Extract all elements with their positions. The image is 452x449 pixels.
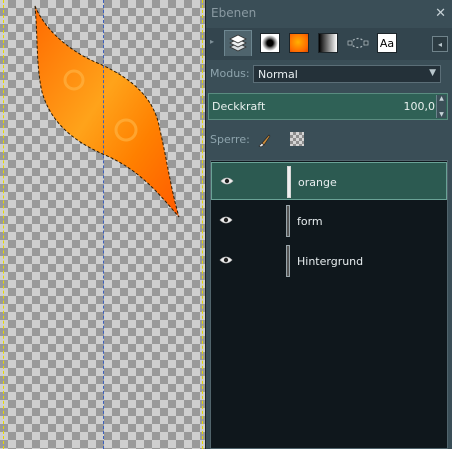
paths-tab[interactable] (344, 30, 372, 56)
layer-row-orange[interactable]: orange (211, 162, 447, 200)
layer-name: form (297, 215, 323, 228)
chevron-down-icon: ▼ (429, 68, 436, 78)
dock-title: Ebenen (211, 6, 257, 20)
fonts-tab-label: Aa (379, 36, 395, 50)
spin-down-icon[interactable]: ▼ (439, 111, 444, 118)
spin-up-icon[interactable]: ▲ (439, 95, 444, 102)
eye-icon[interactable] (219, 215, 233, 225)
opacity-spinner[interactable]: ▲ ▼ (436, 95, 446, 118)
lock-alpha-icon[interactable] (290, 132, 304, 146)
mode-select[interactable]: Normal ▼ (253, 65, 441, 83)
layer-thumbnail (287, 166, 291, 198)
layer-thumbnail (286, 205, 290, 237)
layer-name: orange (298, 176, 337, 189)
layers-tab[interactable] (224, 30, 252, 56)
image-canvas[interactable] (0, 0, 206, 449)
lock-label: Sperre: (210, 133, 250, 146)
layer-row-hintergrund[interactable]: Hintergrund (211, 242, 447, 280)
layers-icon (229, 34, 247, 51)
layer-thumbnail (286, 245, 290, 277)
layer-list: orange form Hintergrund (210, 160, 448, 449)
brushes-tab[interactable] (256, 30, 284, 56)
guide-line[interactable] (103, 0, 104, 449)
dock-titlebar[interactable]: Ebenen ✕ (206, 4, 452, 24)
mode-value: Normal (258, 68, 298, 81)
layer-name: Hintergrund (297, 255, 364, 268)
lock-row: Sperre: (206, 126, 452, 152)
mode-row: Modus: Normal ▼ (206, 62, 452, 86)
tab-menu-icon[interactable]: ◂ (432, 36, 448, 52)
gradients-tab[interactable] (314, 30, 342, 56)
gradient-icon (318, 33, 338, 53)
fonts-icon: Aa (377, 33, 397, 53)
opacity-label: Deckkraft (212, 100, 266, 113)
close-icon[interactable]: ✕ (435, 7, 446, 20)
fonts-tab[interactable]: Aa (373, 30, 401, 56)
patterns-tab[interactable] (285, 30, 313, 56)
mode-label: Modus: (210, 67, 250, 80)
eye-icon[interactable] (219, 255, 233, 265)
lock-pixels-icon[interactable] (256, 132, 272, 148)
opacity-slider[interactable]: Deckkraft 100,0 ▲ ▼ (208, 93, 448, 120)
pattern-icon (289, 33, 309, 53)
eye-icon[interactable] (220, 176, 234, 186)
opacity-value: 100,0 (403, 100, 436, 113)
dock-tabs: ▸ Aa ◂ (206, 28, 452, 60)
tab-scroll-left-icon[interactable]: ▸ (210, 37, 214, 46)
brush-icon (260, 33, 280, 53)
layer-row-form[interactable]: form (211, 202, 447, 240)
layers-dock: Ebenen ✕ ▸ Aa ◂ Modus: Normal ▼ Deckkraf… (206, 0, 452, 449)
paths-icon (347, 37, 369, 49)
